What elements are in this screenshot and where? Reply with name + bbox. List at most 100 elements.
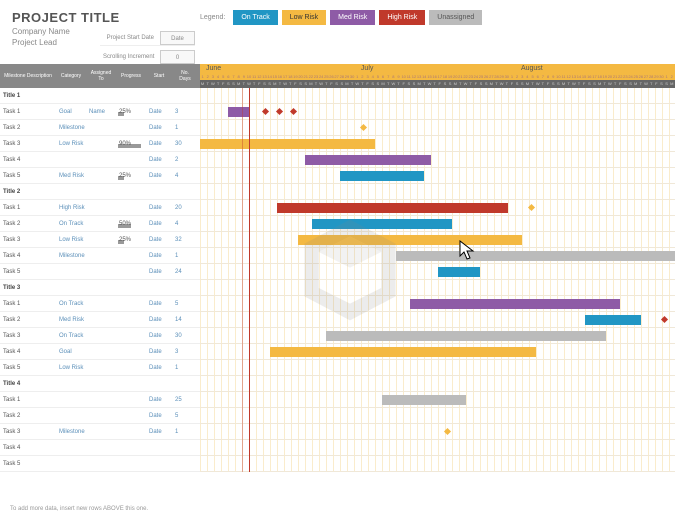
cell[interactable]: Date [146, 108, 172, 116]
cell[interactable]: Date [146, 140, 172, 148]
cell[interactable] [56, 399, 86, 401]
group-title-row[interactable]: Title 3 [0, 280, 200, 296]
cell[interactable]: 1 [172, 124, 198, 132]
gantt-bar[interactable] [305, 155, 431, 165]
cell[interactable]: 90% [116, 140, 146, 148]
cell[interactable]: Task 5 [0, 460, 56, 468]
cell[interactable]: Task 2 [0, 220, 56, 228]
gantt-bar[interactable] [585, 315, 641, 325]
cell[interactable]: 3 [172, 108, 198, 116]
cell[interactable]: Task 4 [0, 156, 56, 164]
cell[interactable]: Task 1 [0, 396, 56, 404]
cell[interactable]: 25% [116, 172, 146, 180]
cell[interactable]: Task 3 [0, 140, 56, 148]
gantt-bar[interactable] [396, 251, 675, 261]
cell[interactable]: 1 [172, 364, 198, 372]
task-row[interactable]: Task 1GoalName25%Date3 [0, 104, 200, 120]
cell[interactable]: Task 4 [0, 348, 56, 356]
task-row[interactable]: Task 1On TrackDate5 [0, 296, 200, 312]
task-row[interactable]: Task 2MilestoneDate1 [0, 120, 200, 136]
cell[interactable] [86, 431, 116, 433]
cell[interactable] [116, 463, 146, 465]
cell[interactable]: On Track [56, 300, 86, 308]
cell[interactable]: 2 [172, 156, 198, 164]
cell[interactable]: 3 [172, 348, 198, 356]
scroll-increment-input[interactable]: 0 [160, 50, 195, 64]
cell[interactable]: Task 2 [0, 124, 56, 132]
cell[interactable] [116, 207, 146, 209]
cell[interactable] [116, 399, 146, 401]
cell[interactable] [56, 287, 86, 289]
cell[interactable] [86, 127, 116, 129]
cell[interactable] [86, 223, 116, 225]
cell[interactable]: 1 [172, 428, 198, 436]
group-title-row[interactable]: Title 4 [0, 376, 200, 392]
cell[interactable]: 24 [172, 268, 198, 276]
cell[interactable]: Date [146, 332, 172, 340]
group-title-row[interactable]: Title 2 [0, 184, 200, 200]
gantt-bar[interactable] [326, 331, 606, 341]
cell[interactable] [116, 447, 146, 449]
gantt-bar[interactable] [277, 203, 508, 213]
cell[interactable] [116, 271, 146, 273]
cell[interactable] [56, 159, 86, 161]
task-row[interactable]: Task 5Low RiskDate1 [0, 360, 200, 376]
cell[interactable] [172, 287, 198, 289]
cell[interactable]: Date [146, 316, 172, 324]
cell[interactable]: Title 3 [0, 284, 56, 292]
task-row[interactable]: Task 2Med RiskDate14 [0, 312, 200, 328]
cell[interactable]: Task 4 [0, 444, 56, 452]
cell[interactable]: 5 [172, 412, 198, 420]
cell[interactable]: Low Risk [56, 236, 86, 244]
cell[interactable] [86, 463, 116, 465]
cell[interactable]: 20 [172, 204, 198, 212]
cell[interactable] [56, 415, 86, 417]
cell[interactable]: Date [146, 428, 172, 436]
cell[interactable] [86, 95, 116, 97]
cell[interactable] [172, 463, 198, 465]
cell[interactable]: 25 [172, 396, 198, 404]
cell[interactable]: Date [146, 172, 172, 180]
cell[interactable]: On Track [56, 332, 86, 340]
cell[interactable]: Milestone [56, 252, 86, 260]
cell[interactable] [116, 127, 146, 129]
gantt-bar[interactable] [382, 395, 466, 405]
cell[interactable] [86, 207, 116, 209]
cell[interactable] [116, 319, 146, 321]
cell[interactable] [146, 191, 172, 193]
cell[interactable]: Task 5 [0, 268, 56, 276]
task-row[interactable]: Task 3On TrackDate30 [0, 328, 200, 344]
start-date-input[interactable]: Date [160, 31, 195, 45]
task-row[interactable]: Task 4GoalDate3 [0, 344, 200, 360]
cell[interactable]: Date [146, 252, 172, 260]
group-title-row[interactable]: Title 1 [0, 88, 200, 104]
cell[interactable] [86, 351, 116, 353]
gantt-bar[interactable] [298, 235, 522, 245]
cell[interactable]: Date [146, 348, 172, 356]
cell[interactable] [146, 383, 172, 385]
cell[interactable] [86, 239, 116, 241]
cell[interactable]: Task 4 [0, 252, 56, 260]
task-row[interactable]: Task 4Milestone Date1 [0, 248, 200, 264]
task-row[interactable]: Task 5 [0, 456, 200, 472]
task-row[interactable]: Task 1Date25 [0, 392, 200, 408]
task-row[interactable]: Task 3Low Risk25%Date32 [0, 232, 200, 248]
cell[interactable] [116, 415, 146, 417]
cell[interactable]: Task 1 [0, 300, 56, 308]
cell[interactable]: Milestone [56, 428, 86, 436]
task-row[interactable]: Task 2On Track50%Date4 [0, 216, 200, 232]
cell[interactable] [146, 287, 172, 289]
cell[interactable]: Title 2 [0, 188, 56, 196]
cell[interactable]: 1 [172, 252, 198, 260]
cell[interactable] [86, 255, 116, 257]
gantt-chart[interactable]: JuneJulyAugust 1234567891011121314151617… [200, 64, 675, 500]
chart-area[interactable] [200, 88, 675, 472]
cell[interactable] [86, 367, 116, 369]
cell[interactable]: 50% [116, 220, 146, 228]
cell[interactable]: Date [146, 236, 172, 244]
cell[interactable] [56, 271, 86, 273]
gantt-bar[interactable] [270, 347, 536, 357]
cell[interactable] [56, 463, 86, 465]
gantt-bar[interactable] [312, 219, 452, 229]
cell[interactable]: Date [146, 364, 172, 372]
